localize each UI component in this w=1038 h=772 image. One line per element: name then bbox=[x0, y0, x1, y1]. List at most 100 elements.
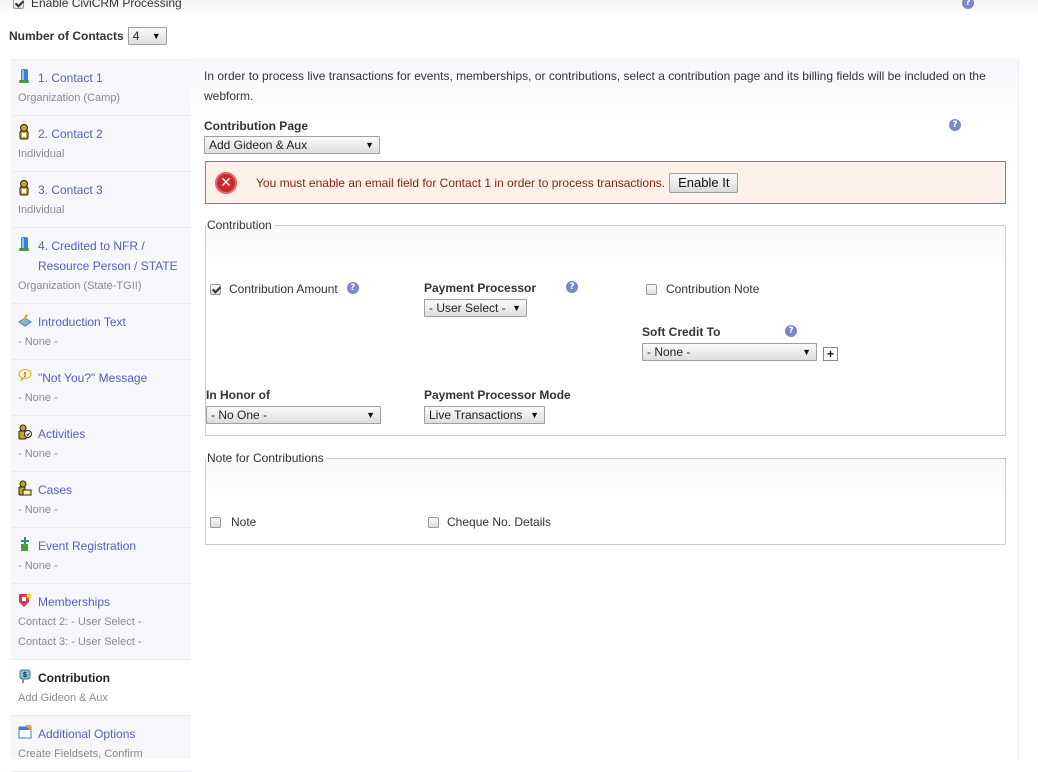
help-icon[interactable]: ? bbox=[566, 281, 578, 293]
sidebar-item-not-you-message[interactable]: ! "Not You?" Message - None - bbox=[11, 360, 191, 416]
contribution-note-row: Contribution Note bbox=[646, 282, 759, 296]
contribution-page-select[interactable]: Add Gideon & Aux ▼ bbox=[204, 136, 380, 154]
contribution-amount-row: Contribution Amount ? bbox=[210, 282, 359, 296]
sidebar-item-label: Activities bbox=[38, 427, 86, 441]
sidebar-item-label: Introduction Text bbox=[38, 315, 126, 329]
sidebar-item-label: Additional Options bbox=[38, 727, 136, 741]
sidebar-item-label: Contribution bbox=[38, 671, 110, 685]
sidebar-item-subtitle: Contact 3: - User Select - bbox=[18, 636, 142, 648]
note-fieldset-legend: Note for Contributions bbox=[207, 451, 324, 465]
chevron-down-icon: ▼ bbox=[151, 31, 161, 41]
main-panel: In order to process live transactions fo… bbox=[191, 59, 1019, 759]
note-label: Note bbox=[231, 515, 257, 529]
enable-civicrm-row: Enable CiviCRM Processing bbox=[13, 0, 182, 10]
sidebar-item-activities[interactable]: Activities - None - bbox=[11, 416, 191, 472]
number-of-contacts: Number of Contacts 4 ▼ bbox=[9, 27, 167, 45]
sidebar-item-label: 3. Contact 3 bbox=[38, 183, 103, 197]
sidebar-item-event-registration[interactable]: Event Registration - None - bbox=[11, 528, 191, 584]
organization-icon bbox=[18, 68, 32, 84]
sidebar-item-subtitle: Contact 2: - User Select - bbox=[18, 616, 142, 628]
intro-text: In order to process live transactions fo… bbox=[204, 69, 986, 103]
help-icon[interactable]: ? bbox=[949, 119, 961, 131]
chevron-down-icon: ▼ bbox=[366, 410, 375, 420]
sidebar-item-subtitle: - None - bbox=[18, 392, 58, 404]
svg-text:!: ! bbox=[24, 372, 26, 379]
contribution-fieldset: Contribution bbox=[205, 218, 1006, 436]
in-honor-of-select[interactable]: - No One - ▼ bbox=[206, 406, 381, 424]
add-soft-credit-button[interactable]: + bbox=[823, 347, 838, 361]
error-message-text: You must enable an email field for Conta… bbox=[256, 175, 666, 190]
sidebar-item-label: Memberships bbox=[38, 595, 111, 609]
cases-icon bbox=[18, 480, 32, 496]
chevron-down-icon: ▼ bbox=[530, 410, 539, 420]
sidebar-item-subtitle: Organization (State-TGII) bbox=[18, 280, 142, 292]
sidebar-item-label: 4. Credited to NFR / Resource Person / S… bbox=[38, 239, 178, 273]
help-icon[interactable]: ? bbox=[785, 325, 797, 337]
enable-civicrm-label: Enable CiviCRM Processing bbox=[31, 0, 182, 10]
sidebar-item-subtitle: - None - bbox=[18, 336, 58, 348]
edit-text-icon bbox=[18, 312, 32, 328]
svg-text:$: $ bbox=[23, 672, 27, 679]
payment-processor-label: Payment Processor bbox=[424, 281, 537, 295]
chevron-down-icon: ▼ bbox=[802, 347, 811, 357]
individual-icon bbox=[18, 124, 32, 140]
sidebar-item-introduction-text[interactable]: Introduction Text - None - bbox=[11, 304, 191, 360]
sidebar-item-contribution[interactable]: $ Contribution Add Gideon & Aux bbox=[11, 660, 191, 716]
enable-civicrm-checkbox[interactable] bbox=[13, 0, 24, 9]
number-of-contacts-select[interactable]: 4 ▼ bbox=[127, 27, 167, 45]
soft-credit-to-select[interactable]: - None - ▼ bbox=[642, 343, 817, 361]
cheque-details-row: Cheque No. Details bbox=[428, 515, 551, 529]
cheque-details-checkbox[interactable] bbox=[428, 516, 439, 528]
sidebar-item-subtitle: Organization (Camp) bbox=[18, 92, 121, 104]
individual-icon bbox=[18, 180, 32, 196]
options-icon bbox=[18, 724, 32, 740]
sidebar-item-1-contact-1[interactable]: 1. Contact 1 Organization (Camp) bbox=[11, 60, 191, 116]
contribution-icon: $ bbox=[18, 668, 32, 684]
contribution-amount-checkbox[interactable] bbox=[210, 283, 221, 295]
memberships-icon bbox=[18, 592, 32, 608]
number-of-contacts-label: Number of Contacts bbox=[9, 29, 124, 43]
note-for-contributions-fieldset: Note for Contributions bbox=[205, 451, 1006, 545]
activities-icon bbox=[18, 424, 32, 440]
sidebar-item-subtitle: Individual bbox=[18, 204, 65, 216]
sidebar-item-subtitle: Create Fieldsets, Confirm bbox=[18, 748, 143, 760]
contribution-note-checkbox[interactable] bbox=[646, 283, 657, 295]
chevron-down-icon: ▼ bbox=[365, 140, 374, 150]
sidebar-item-label: Event Registration bbox=[38, 539, 137, 553]
sidebar-item-subtitle: - None - bbox=[18, 560, 58, 572]
contribution-amount-label: Contribution Amount bbox=[229, 282, 338, 296]
sidebar-item-cases[interactable]: Cases - None - bbox=[11, 472, 191, 528]
in-honor-of-label: In Honor of bbox=[206, 388, 270, 402]
payment-processor-mode-label: Payment Processor Mode bbox=[424, 388, 571, 402]
sidebar-item-subtitle: - None - bbox=[18, 448, 58, 460]
sidebar-item-label: 1. Contact 1 bbox=[38, 71, 103, 85]
error-icon: ✕ bbox=[215, 171, 237, 194]
speech-bubble-icon: ! bbox=[18, 368, 32, 384]
error-message-box: ✕ You must enable an email field for Con… bbox=[205, 161, 1006, 204]
sidebar-item-label: 2. Contact 2 bbox=[38, 127, 103, 141]
event-icon bbox=[18, 536, 32, 552]
chevron-down-icon: ▼ bbox=[512, 303, 521, 313]
payment-processor-mode-select[interactable]: Live Transactions ▼ bbox=[424, 406, 545, 424]
note-checkbox[interactable] bbox=[210, 516, 221, 528]
sidebar-item-additional-options[interactable]: Additional Options Create Fieldsets, Con… bbox=[11, 716, 191, 772]
organization-icon bbox=[18, 236, 32, 252]
payment-processor-select[interactable]: - User Select - ▼ bbox=[424, 299, 527, 317]
sidebar-item-subtitle: Individual bbox=[18, 148, 65, 160]
sidebar-item-label: "Not You?" Message bbox=[38, 371, 148, 385]
sidebar-item-3-contact-3[interactable]: 3. Contact 3 Individual bbox=[11, 172, 191, 228]
sidebar-item-label: Cases bbox=[38, 483, 73, 497]
contribution-page-label: Contribution Page bbox=[204, 119, 308, 133]
contribution-fieldset-legend: Contribution bbox=[207, 218, 272, 232]
sidebar-item-memberships[interactable]: Memberships Contact 2: - User Select - Co… bbox=[11, 584, 191, 660]
note-row: Note bbox=[210, 515, 256, 529]
soft-credit-to-label: Soft Credit To bbox=[642, 325, 721, 339]
sidebar-item-subtitle: - None - bbox=[18, 504, 58, 516]
enable-it-button[interactable]: Enable It bbox=[669, 172, 739, 193]
help-icon[interactable]: ? bbox=[346, 282, 359, 294]
contribution-note-label: Contribution Note bbox=[666, 282, 760, 296]
cheque-details-label: Cheque No. Details bbox=[447, 515, 552, 529]
sidebar-item-4-credited-to-nfr-resource-person-state[interactable]: 4. Credited to NFR / Resource Person / S… bbox=[11, 228, 191, 304]
sidebar-item-2-contact-2[interactable]: 2. Contact 2 Individual bbox=[11, 116, 191, 172]
sidebar: 1. Contact 1 Organization (Camp) 2. Cont… bbox=[11, 59, 191, 772]
